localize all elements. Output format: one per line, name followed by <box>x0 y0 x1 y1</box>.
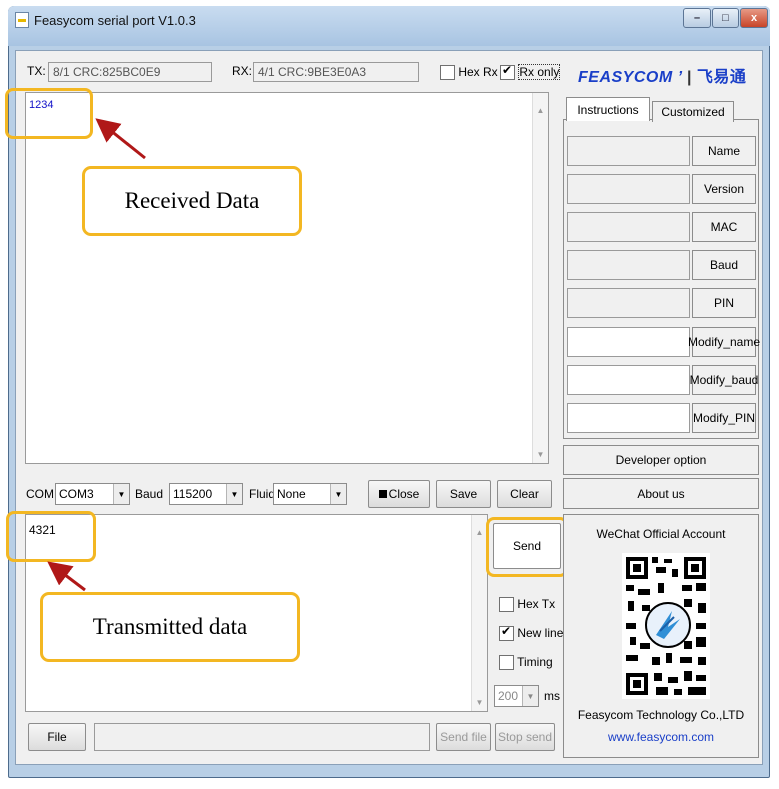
received-arrow-icon <box>95 118 146 160</box>
annotation-arrows <box>47 118 146 592</box>
transmitted-arrow-icon <box>47 561 86 592</box>
